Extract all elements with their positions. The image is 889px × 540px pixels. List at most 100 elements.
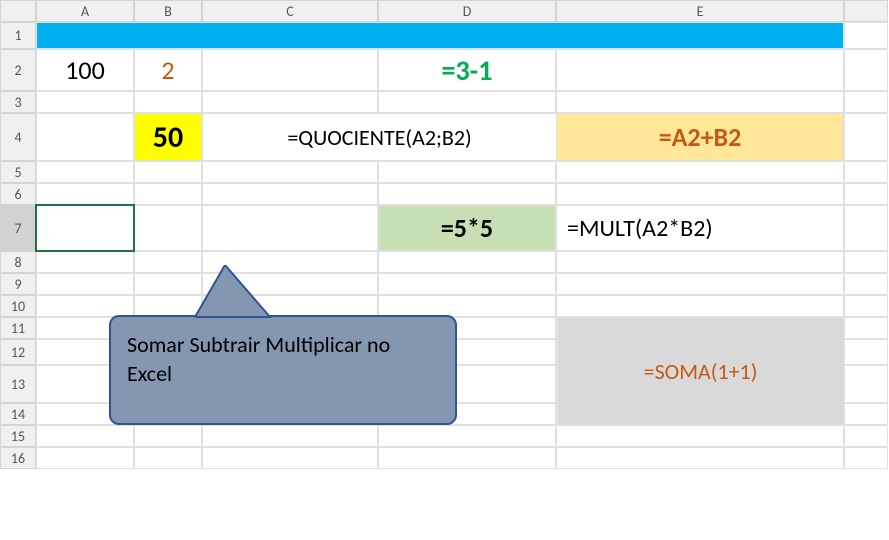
row-header-15[interactable]: 15 xyxy=(0,425,36,447)
row-header-7[interactable]: 7 xyxy=(0,205,36,251)
cell-B6[interactable] xyxy=(134,183,202,205)
row-9: 9 xyxy=(0,273,889,295)
cell-F3[interactable] xyxy=(844,91,888,113)
cell-A15[interactable] xyxy=(36,425,134,447)
cell-B16[interactable] xyxy=(134,447,202,469)
cell-E4[interactable]: =A2+B2 xyxy=(556,113,844,161)
row-7: 7 =5*5 =MULT(A2*B2) xyxy=(0,205,889,251)
cell-F10[interactable] xyxy=(844,295,888,317)
row-10: 10 xyxy=(0,295,889,317)
cell-F14[interactable] xyxy=(844,403,888,425)
cell-C7[interactable] xyxy=(202,205,378,251)
cell-D9[interactable] xyxy=(378,273,556,295)
row-5: 5 xyxy=(0,161,889,183)
cell-F5[interactable] xyxy=(844,161,888,183)
row-header-9[interactable]: 9 xyxy=(0,273,36,295)
cell-D5[interactable] xyxy=(378,161,556,183)
row-header-6[interactable]: 6 xyxy=(0,183,36,205)
cell-A7-selected[interactable] xyxy=(36,205,134,251)
col-header-A[interactable]: A xyxy=(36,0,134,22)
cell-C16[interactable] xyxy=(202,447,378,469)
cell-E10[interactable] xyxy=(556,295,844,317)
row-header-1[interactable]: 1 xyxy=(0,22,36,49)
col-header-C[interactable]: C xyxy=(202,0,378,22)
cell-A10[interactable] xyxy=(36,295,134,317)
cell-D6[interactable] xyxy=(378,183,556,205)
cell-D7[interactable]: =5*5 xyxy=(378,205,556,251)
callout-text: Somar Subtrair Multiplicar no Excel xyxy=(127,331,390,387)
cell-E15[interactable] xyxy=(556,425,844,447)
cell-A5[interactable] xyxy=(36,161,134,183)
cell-D10[interactable] xyxy=(378,295,556,317)
col-header-next[interactable] xyxy=(844,0,888,22)
cell-B2[interactable]: 2 xyxy=(134,49,202,91)
row-header-4[interactable]: 4 xyxy=(0,113,36,161)
cell-B9[interactable] xyxy=(134,273,202,295)
cell-D3[interactable] xyxy=(378,91,556,113)
callout-shape[interactable]: Somar Subtrair Multiplicar no Excel xyxy=(109,315,457,425)
cell-C5[interactable] xyxy=(202,161,378,183)
column-header-row: A B C D E xyxy=(0,0,889,22)
cell-F4[interactable] xyxy=(844,113,888,161)
cell-F11[interactable] xyxy=(844,317,888,339)
row-header-3[interactable]: 3 xyxy=(0,91,36,113)
cell-C15[interactable] xyxy=(202,425,378,447)
cell-F16[interactable] xyxy=(844,447,888,469)
cell-B5[interactable] xyxy=(134,161,202,183)
row-header-14[interactable]: 14 xyxy=(0,403,36,425)
cell-F1[interactable] xyxy=(844,22,888,49)
cell-F13[interactable] xyxy=(844,365,888,403)
cell-C3[interactable] xyxy=(202,91,378,113)
row-3: 3 xyxy=(0,91,889,113)
cell-D2[interactable]: =3-1 xyxy=(378,49,556,91)
row-header-12[interactable]: 12 xyxy=(0,339,36,365)
select-all-corner[interactable] xyxy=(0,0,36,22)
cell-E8[interactable] xyxy=(556,251,844,273)
cell-E10-E13-merged[interactable]: =SOMA(1+1) xyxy=(557,317,844,425)
cell-E5[interactable] xyxy=(556,161,844,183)
cell-A9[interactable] xyxy=(36,273,134,295)
cell-B7[interactable] xyxy=(134,205,202,251)
row-header-8[interactable]: 8 xyxy=(0,251,36,273)
cell-B15[interactable] xyxy=(134,425,202,447)
cell-E6[interactable] xyxy=(556,183,844,205)
cell-F9[interactable] xyxy=(844,273,888,295)
row-header-2[interactable]: 2 xyxy=(0,49,36,91)
cell-A6[interactable] xyxy=(36,183,134,205)
col-header-D[interactable]: D xyxy=(378,0,556,22)
row-header-16[interactable]: 16 xyxy=(0,447,36,469)
cell-A8[interactable] xyxy=(36,251,134,273)
cell-B3[interactable] xyxy=(134,91,202,113)
cell-E7[interactable]: =MULT(A2*B2) xyxy=(556,205,844,251)
cell-F2[interactable] xyxy=(844,49,888,91)
cell-E2[interactable] xyxy=(556,49,844,91)
col-header-E[interactable]: E xyxy=(556,0,844,22)
cell-A3[interactable] xyxy=(36,91,134,113)
cell-B10[interactable] xyxy=(134,295,202,317)
cell-F12[interactable] xyxy=(844,339,888,365)
row-header-5[interactable]: 5 xyxy=(0,161,36,183)
cell-D15[interactable] xyxy=(378,425,556,447)
cell-A1-E1-merged[interactable] xyxy=(36,22,844,49)
row-header-11[interactable]: 11 xyxy=(0,317,36,339)
cell-B8[interactable] xyxy=(134,251,202,273)
cell-C6[interactable] xyxy=(202,183,378,205)
cell-D16[interactable] xyxy=(378,447,556,469)
cell-A4[interactable] xyxy=(36,113,134,161)
cell-C2[interactable] xyxy=(202,49,378,91)
cell-D8[interactable] xyxy=(378,251,556,273)
cell-F8[interactable] xyxy=(844,251,888,273)
cell-F7[interactable] xyxy=(844,205,888,251)
cell-E3[interactable] xyxy=(556,91,844,113)
cell-E9[interactable] xyxy=(556,273,844,295)
col-header-B[interactable]: B xyxy=(134,0,202,22)
cell-F15[interactable] xyxy=(844,425,888,447)
cell-A16[interactable] xyxy=(36,447,134,469)
row-header-13[interactable]: 13 xyxy=(0,365,36,403)
cell-E16[interactable] xyxy=(556,447,844,469)
cell-A2[interactable]: 100 xyxy=(36,49,134,91)
row-header-10[interactable]: 10 xyxy=(0,295,36,317)
cell-C4[interactable]: =QUOCIENTE(A2;B2) xyxy=(202,113,556,161)
cell-F6[interactable] xyxy=(844,183,888,205)
cell-B4[interactable]: 50 xyxy=(134,113,202,161)
